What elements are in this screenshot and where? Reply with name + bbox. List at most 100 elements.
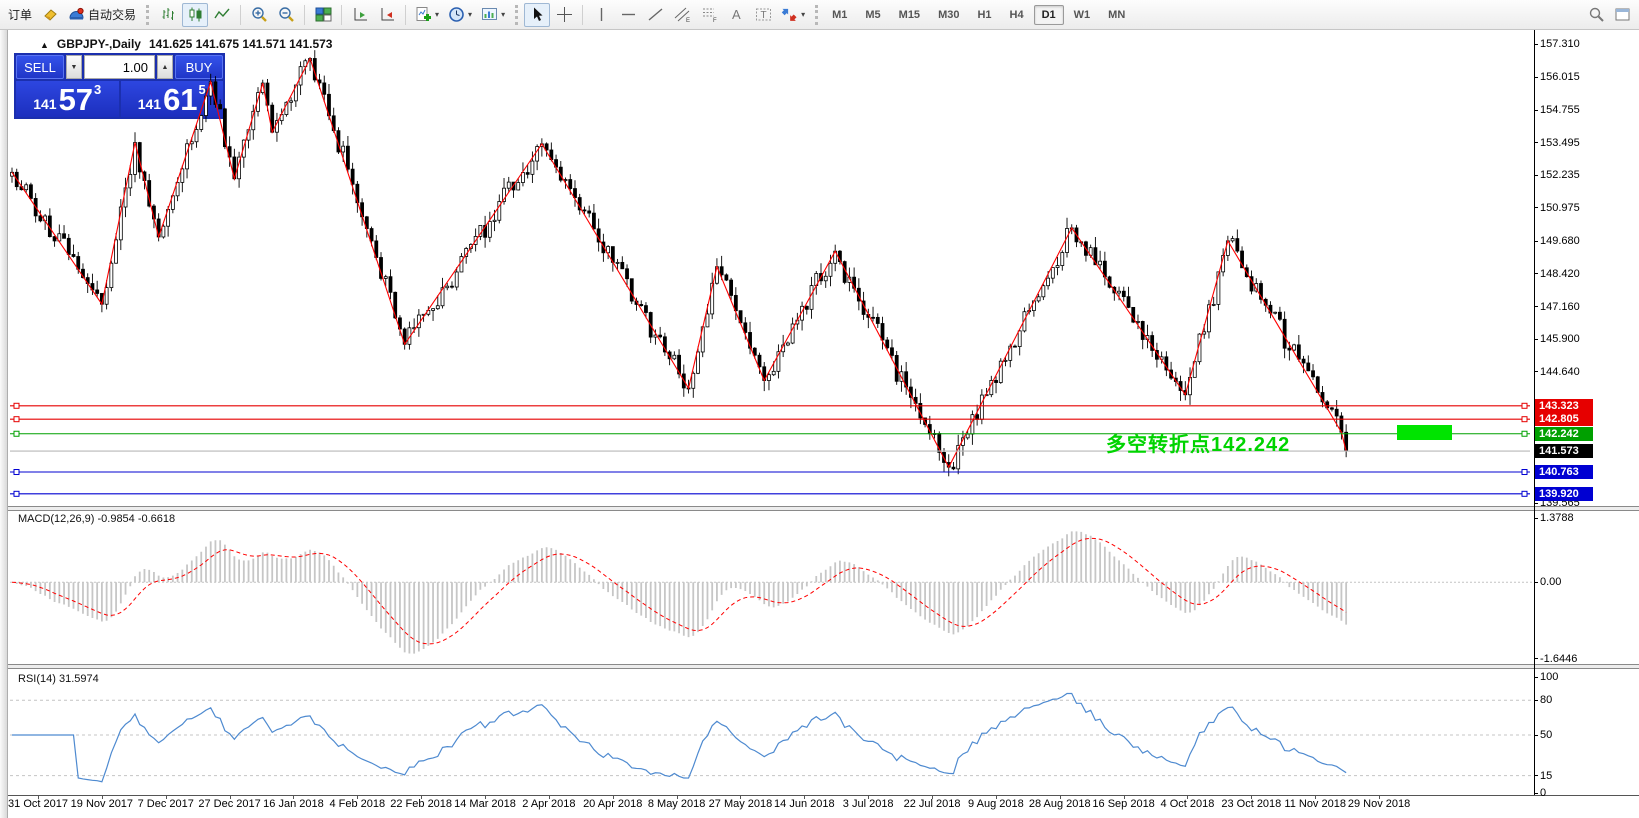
- svg-text:F: F: [713, 18, 717, 23]
- window-left-edge: [0, 30, 8, 818]
- macd-axis-label: 0.00: [1540, 576, 1561, 588]
- bar-chart-button[interactable]: [155, 3, 181, 27]
- fibonacci-button[interactable]: F: [696, 3, 722, 27]
- timeframe-d1[interactable]: D1: [1034, 5, 1064, 25]
- timeframe-m5[interactable]: M5: [857, 5, 888, 25]
- chart-annotation-text[interactable]: 多空转折点142.242: [1106, 428, 1290, 457]
- date-axis-label: 23 Oct 2018: [1221, 798, 1281, 810]
- pane-splitter[interactable]: [8, 506, 1639, 511]
- line-chart-icon: [214, 6, 231, 23]
- main-chart-plot[interactable]: [8, 30, 1534, 506]
- chart-shift-button[interactable]: [374, 3, 400, 27]
- add-indicator-icon: [415, 6, 432, 23]
- date-axis-label: 14 Mar 2018: [454, 798, 516, 810]
- date-axis-label: 7 Dec 2017: [138, 798, 194, 810]
- autotrading-button[interactable]: 自动交易: [64, 3, 140, 27]
- candles: [11, 50, 1348, 476]
- timeframe-h4[interactable]: H4: [1002, 5, 1032, 25]
- price-axis-label: 148.420: [1540, 268, 1580, 280]
- line-handle: [14, 403, 19, 408]
- rsi-axis-label: 15: [1540, 770, 1552, 782]
- crosshair-button[interactable]: [551, 3, 577, 27]
- date-axis-label: 11 Nov 2018: [1284, 798, 1346, 810]
- order-ticket-button[interactable]: [37, 3, 63, 27]
- line-handle: [1522, 491, 1527, 496]
- text-button[interactable]: A: [723, 3, 749, 27]
- date-axis-label: 8 May 2018: [648, 798, 705, 810]
- price-axis-tick: [1534, 77, 1538, 78]
- macd-axis-label: 1.3788: [1540, 512, 1574, 524]
- periods-button[interactable]: ▾: [444, 3, 476, 27]
- date-axis-label: 20 Apr 2018: [583, 798, 642, 810]
- toolbar-drag-handle[interactable]: [146, 5, 149, 25]
- dropdown-caret-icon: ▾: [435, 10, 439, 19]
- toolbar-separator: [582, 5, 583, 25]
- toolbar-separator: [405, 5, 406, 25]
- toolbar-separator: [304, 5, 305, 25]
- svg-text:A: A: [732, 7, 741, 22]
- trendline-button[interactable]: [642, 3, 668, 27]
- rsi-pane-plot[interactable]: [8, 671, 1534, 795]
- timeframe-m30[interactable]: M30: [930, 5, 967, 25]
- rsi-indicator-label: RSI(14) 31.5974: [18, 673, 99, 685]
- price-tag-143.323: 143.323: [1535, 399, 1593, 413]
- timeframe-m1[interactable]: M1: [824, 5, 855, 25]
- date-axis-label: 4 Feb 2018: [329, 798, 385, 810]
- zoom-out-icon: [278, 6, 295, 23]
- macd-name: MACD(12,26,9): [18, 513, 94, 525]
- zoom-in-button[interactable]: [246, 3, 272, 27]
- chart-shift-icon: [379, 6, 396, 23]
- arrows-button[interactable]: ▾: [777, 3, 809, 27]
- pane-splitter[interactable]: [8, 664, 1639, 669]
- toolbar-drag-handle[interactable]: [815, 5, 818, 25]
- templates-button[interactable]: ▾: [477, 3, 509, 27]
- line-handle: [14, 470, 19, 475]
- timeframe-w1[interactable]: W1: [1066, 5, 1099, 25]
- line-handle: [14, 491, 19, 496]
- text-label-button[interactable]: T: [750, 3, 776, 27]
- tile-windows-icon: [315, 6, 332, 23]
- dropdown-caret-icon: ▾: [501, 10, 505, 19]
- svg-text:T: T: [760, 10, 766, 21]
- price-tag-140.763: 140.763: [1535, 465, 1593, 479]
- new-window-button[interactable]: [1609, 3, 1635, 27]
- new-order-button[interactable]: 订单: [4, 3, 36, 27]
- auto-scroll-button[interactable]: [347, 3, 373, 27]
- autotrading-label: 自动交易: [88, 6, 136, 23]
- price-axis-tick: [1534, 339, 1538, 340]
- order-ticket-icon: [42, 6, 59, 23]
- tile-windows-button[interactable]: [310, 3, 336, 27]
- zoom-out-button[interactable]: [273, 3, 299, 27]
- autotrading-icon: [68, 6, 85, 23]
- rsi-axis-tick: [1534, 700, 1538, 701]
- line-handle: [14, 417, 19, 422]
- price-axis-label: 152.235: [1540, 169, 1580, 181]
- cursor-button[interactable]: [524, 3, 550, 27]
- rsi-axis-label: 100: [1540, 671, 1558, 683]
- candlestick-chart-button[interactable]: [182, 3, 208, 27]
- indicators-button[interactable]: ▾: [411, 3, 443, 27]
- macd-pane-plot[interactable]: [8, 512, 1534, 664]
- vertical-line-button[interactable]: [588, 3, 614, 27]
- line-chart-button[interactable]: [209, 3, 235, 27]
- line-handle: [1522, 417, 1527, 422]
- timeframe-mn[interactable]: MN: [1100, 5, 1133, 25]
- crosshair-icon: [556, 6, 573, 23]
- rsi-axis-label: 50: [1540, 729, 1552, 741]
- search-button[interactable]: [1583, 3, 1609, 27]
- timeframe-h1[interactable]: H1: [969, 5, 999, 25]
- price-tag-141.573: 141.573: [1535, 444, 1593, 458]
- price-axis-tick: [1534, 503, 1538, 504]
- timeframe-m15[interactable]: M15: [891, 5, 928, 25]
- equidistant-channel-button[interactable]: E: [669, 3, 695, 27]
- date-axis-label: 3 Jul 2018: [843, 798, 894, 810]
- toolbar-separator: [240, 5, 241, 25]
- price-axis-label: 153.495: [1540, 137, 1580, 149]
- highlight-rectangle[interactable]: [1397, 425, 1452, 440]
- price-axis-label: 156.015: [1540, 71, 1580, 83]
- price-axis-tick: [1534, 110, 1538, 111]
- toolbar-drag-handle[interactable]: [515, 5, 518, 25]
- horizontal-line-button[interactable]: [615, 3, 641, 27]
- toolbar-separator: [341, 5, 342, 25]
- rsi-axis-tick: [1534, 775, 1538, 776]
